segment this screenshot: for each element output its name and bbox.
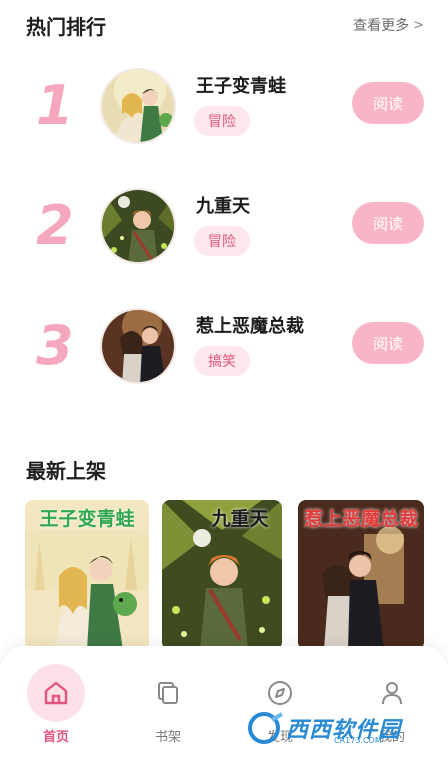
user-icon: [382, 682, 402, 705]
watermark: 西西软件园 CR173.COM: [246, 706, 436, 750]
read-button[interactable]: 阅读: [352, 82, 424, 124]
ranking-row-3[interactable]: 3 惹上恶魔总裁 搞笑 阅读: [0, 306, 448, 386]
hot-ranking-header: 热门排行 查看更多 >: [26, 8, 424, 42]
ranking-row-2[interactable]: 2 九重天 冒险 阅读: [0, 186, 448, 266]
watermark-sub: CR173.COM: [334, 736, 382, 745]
view-more-link[interactable]: 查看更多 >: [353, 15, 424, 35]
home-icon: [44, 681, 68, 705]
card-title: 九重天: [211, 508, 269, 530]
chevron-right-icon: >: [413, 17, 424, 33]
nav-bookshelf[interactable]: 书架: [128, 664, 208, 745]
genre-tag: 冒险: [194, 226, 250, 256]
ranking-row-1[interactable]: 1 王子变青蛙 冒险 阅读: [0, 66, 448, 146]
bookshelf-icon: [158, 682, 178, 704]
comic-cover-thumbnail[interactable]: [100, 68, 176, 144]
genre-tag: 搞笑: [194, 346, 250, 376]
home-icon-wrap: [27, 664, 85, 722]
comic-title[interactable]: 王子变青蛙: [196, 72, 286, 98]
genre-tag: 冒险: [194, 106, 250, 136]
view-more-label: 查看更多: [353, 18, 410, 34]
new-arrival-card[interactable]: 九重天: [162, 500, 282, 650]
rank-number: 3: [36, 314, 74, 377]
nav-label: 书架: [154, 730, 181, 745]
new-arrivals-header: 最新上架: [26, 452, 424, 486]
compass-icon: [268, 681, 292, 705]
comic-cover-thumbnail[interactable]: [100, 188, 176, 264]
read-button[interactable]: 阅读: [352, 202, 424, 244]
comic-title[interactable]: 惹上恶魔总裁: [196, 312, 304, 338]
new-arrival-card[interactable]: 惹上恶魔总裁: [298, 500, 424, 650]
nav-home[interactable]: 首页: [16, 664, 96, 745]
new-arrivals-title: 最新上架: [26, 458, 106, 483]
hot-ranking-title: 热门排行: [26, 14, 106, 39]
nav-label: 首页: [42, 730, 69, 745]
card-title: 王子变青蛙: [39, 508, 135, 530]
watermark-logo-icon: [248, 712, 284, 744]
read-button[interactable]: 阅读: [352, 322, 424, 364]
comic-title[interactable]: 九重天: [196, 192, 250, 218]
card-title: 惹上恶魔总裁: [303, 508, 418, 530]
rank-number: 2: [36, 194, 74, 257]
new-arrival-card[interactable]: 王子变青蛙: [25, 500, 149, 650]
rank-number: 1: [36, 74, 74, 137]
bookshelf-icon-wrap: [139, 664, 197, 722]
comic-cover-thumbnail[interactable]: [100, 308, 176, 384]
